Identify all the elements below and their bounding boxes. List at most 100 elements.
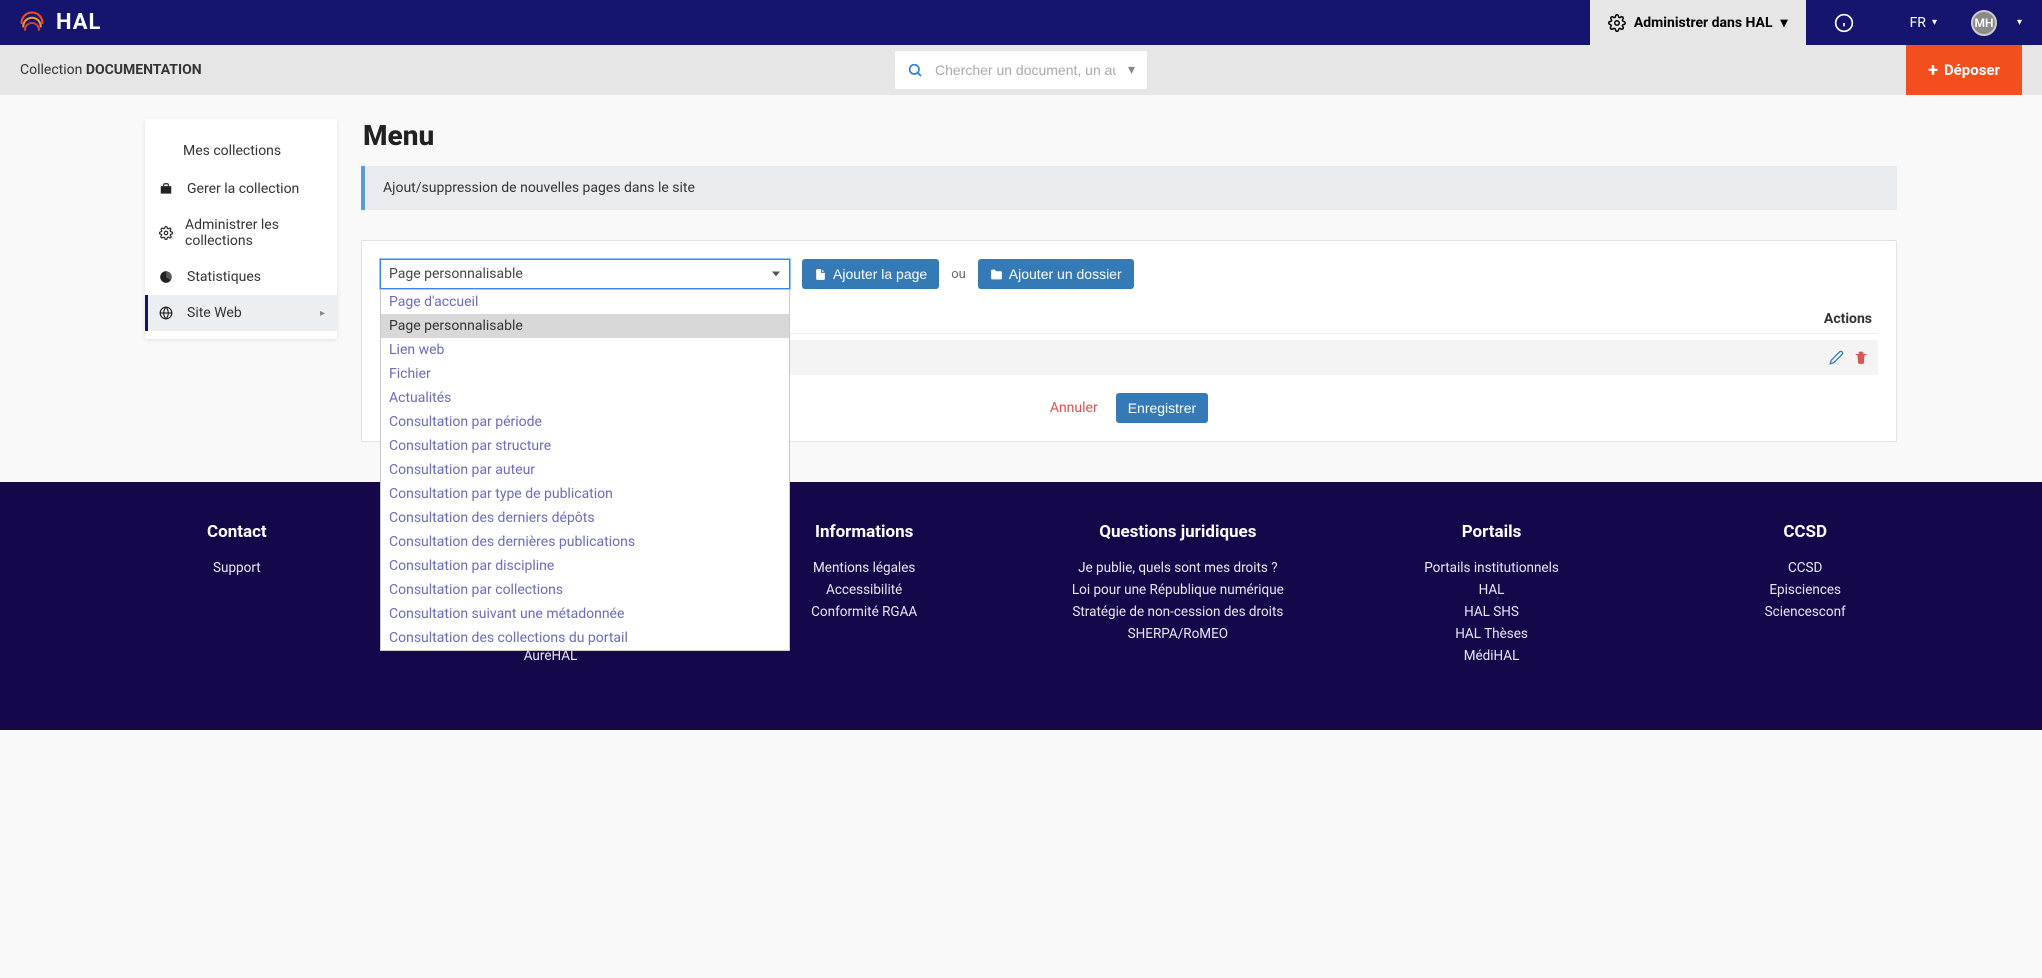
chevron-down-icon: ▾	[2017, 17, 2022, 28]
search-icon	[907, 62, 923, 78]
dropdown-option[interactable]: Consultation suivant une métadonnée	[381, 602, 789, 626]
footer-col-title: Portails	[1335, 522, 1649, 542]
footer-link[interactable]: Je publie, quels sont mes droits ?	[1021, 560, 1335, 576]
user-menu[interactable]: MH ▾	[1965, 0, 2042, 45]
sidebar-item-stats[interactable]: Statistiques	[145, 259, 337, 295]
or-label: ou	[951, 267, 966, 282]
page-type-select-wrap: Page personnalisable Page d'accueilPage …	[380, 259, 790, 289]
dropdown-option[interactable]: Consultation par auteur	[381, 458, 789, 482]
footer-link[interactable]: HAL	[1335, 582, 1649, 598]
dropdown-option[interactable]: Consultation par structure	[381, 434, 789, 458]
folder-icon	[990, 268, 1003, 281]
sidebar-item-admin-collections[interactable]: Administrer les collections	[145, 207, 337, 259]
collection-breadcrumb[interactable]: Collection DOCUMENTATION	[20, 62, 202, 78]
panel-toolbar: Page personnalisable Page d'accueilPage …	[380, 259, 1878, 289]
edit-icon[interactable]	[1829, 350, 1844, 365]
page-type-dropdown: Page d'accueilPage personnalisableLien w…	[380, 289, 790, 651]
briefcase-icon	[159, 182, 175, 196]
footer-link[interactable]: Stratégie de non-cession des droits	[1021, 604, 1335, 620]
row-actions	[1829, 350, 1868, 365]
footer-col-title: CCSD	[1648, 522, 1962, 542]
collection-name: DOCUMENTATION	[86, 62, 202, 78]
sidebar-item-label: Site Web	[187, 305, 242, 321]
dropdown-option[interactable]: Consultation par période	[381, 410, 789, 434]
brand-text: HAL	[56, 10, 101, 35]
footer-link[interactable]: SHERPA/RoMEO	[1021, 626, 1335, 642]
chevron-down-icon[interactable]: ▾	[1128, 62, 1135, 78]
sidebar-item-site-web[interactable]: Site Web ▸	[145, 295, 337, 331]
dropdown-option[interactable]: Page d'accueil	[381, 290, 789, 314]
trash-icon[interactable]	[1854, 350, 1868, 365]
footer-col-title: Questions juridiques	[1021, 522, 1335, 542]
dropdown-option[interactable]: Lien web	[381, 338, 789, 362]
chevron-right-icon: ▸	[320, 308, 325, 319]
info-button[interactable]	[1806, 0, 1882, 45]
chevron-down-icon: ▾	[1781, 15, 1788, 31]
brand[interactable]: HAL	[0, 9, 101, 37]
select-value: Page personnalisable	[389, 266, 523, 282]
add-page-button[interactable]: Ajouter la page	[802, 259, 939, 289]
sidebar-heading: Mes collections	[145, 131, 337, 171]
actions-header: Actions	[1824, 311, 1878, 327]
dropdown-option[interactable]: Consultation par collections	[381, 578, 789, 602]
footer-link[interactable]: HAL SHS	[1335, 604, 1649, 620]
admin-dropdown[interactable]: Administrer dans HAL ▾	[1590, 0, 1806, 45]
avatar: MH	[1971, 10, 1997, 36]
dropdown-option[interactable]: Consultation des dernières publications	[381, 530, 789, 554]
content: Menu Ajout/suppression de nouvelles page…	[361, 119, 1897, 442]
footer-link[interactable]: Sciencesconf	[1648, 604, 1962, 620]
dropdown-option[interactable]: Consultation par type de publication	[381, 482, 789, 506]
lang-label: FR	[1910, 15, 1926, 31]
add-folder-button[interactable]: Ajouter un dossier	[978, 259, 1134, 289]
plus-icon: +	[1928, 60, 1938, 81]
dropdown-option[interactable]: Consultation des collections du portail	[381, 626, 789, 650]
footer-column: Questions juridiques Je publie, quels son…	[1021, 522, 1335, 670]
footer-link[interactable]: Episciences	[1648, 582, 1962, 598]
globe-icon	[159, 306, 175, 320]
sidebar-item-manage-collection[interactable]: Gerer la collection	[145, 171, 337, 207]
save-button[interactable]: Enregistrer	[1116, 393, 1208, 423]
footer-column: CCSD CCSD Episciences Sciencesconf	[1648, 522, 1962, 670]
sidebar-item-label: Statistiques	[187, 269, 261, 285]
deposit-label: Déposer	[1944, 61, 2000, 79]
lang-dropdown[interactable]: FR ▾	[1882, 0, 1965, 45]
dropdown-option[interactable]: Consultation des derniers dépôts	[381, 506, 789, 530]
hal-logo-icon	[18, 9, 46, 37]
footer-col-title: Contact	[80, 522, 394, 542]
dropdown-option[interactable]: Fichier	[381, 362, 789, 386]
deposit-button[interactable]: + Déposer	[1906, 45, 2022, 95]
sidebar: Mes collections Gerer la collection Admi…	[145, 119, 337, 339]
info-icon	[1834, 13, 1854, 33]
footer-link[interactable]: Support	[80, 560, 394, 576]
dropdown-option[interactable]: Actualités	[381, 386, 789, 410]
footer-link[interactable]: Loi pour une République numérique	[1021, 582, 1335, 598]
chart-pie-icon	[159, 270, 175, 284]
footer-link[interactable]: HAL Thèses	[1335, 626, 1649, 642]
add-folder-label: Ajouter un dossier	[1009, 266, 1122, 282]
footer-link[interactable]: MédiHAL	[1335, 648, 1649, 664]
chevron-down-icon: ▾	[1932, 17, 1937, 28]
page-title: Menu	[363, 119, 1897, 152]
admin-label: Administrer dans HAL	[1634, 15, 1773, 31]
add-page-label: Ajouter la page	[833, 266, 927, 282]
footer: ContactSupportRessourcesDocumentationFAQ…	[0, 482, 2042, 730]
page-type-select[interactable]: Page personnalisable	[380, 259, 790, 289]
top-nav: HAL Administrer dans HAL ▾ FR ▾ MH ▾	[0, 0, 2042, 45]
search-bar[interactable]: ▾	[895, 51, 1147, 89]
collection-prefix: Collection	[20, 62, 86, 78]
dropdown-option[interactable]: Consultation par discipline	[381, 554, 789, 578]
sidebar-item-label: Gerer la collection	[187, 181, 299, 197]
panel: Page personnalisable Page d'accueilPage …	[361, 240, 1897, 442]
footer-column: Portails Portails institutionnels HAL HAL S…	[1335, 522, 1649, 670]
dropdown-option[interactable]: Page personnalisable	[381, 314, 789, 338]
gear-icon	[1608, 14, 1626, 32]
info-banner: Ajout/suppression de nouvelles pages dan…	[361, 166, 1897, 210]
sub-bar: Collection DOCUMENTATION ▾ + Déposer	[0, 45, 2042, 95]
file-icon	[814, 268, 827, 281]
main: Mes collections Gerer la collection Admi…	[0, 95, 2042, 482]
cancel-link[interactable]: Annuler	[1050, 400, 1098, 416]
search-input[interactable]	[935, 62, 1116, 78]
gear-icon	[159, 226, 173, 240]
footer-link[interactable]: CCSD	[1648, 560, 1962, 576]
footer-link[interactable]: Portails institutionnels	[1335, 560, 1649, 576]
